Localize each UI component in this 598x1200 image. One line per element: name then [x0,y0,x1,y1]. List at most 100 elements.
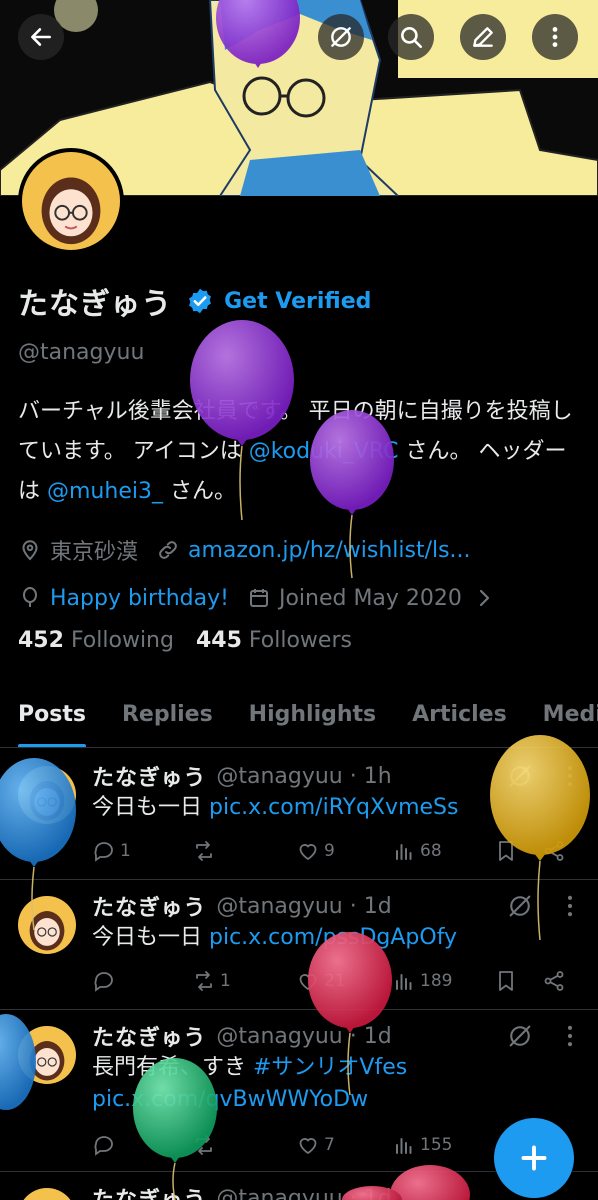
repost-count: 1 [220,971,231,991]
share-button[interactable] [542,839,570,863]
grok-button[interactable] [318,14,364,60]
post-handle-time: @tanagyuu · 1h [216,763,392,789]
tab-highlights[interactable]: Highlights [231,690,394,747]
grok-icon [331,27,351,47]
post-avatar[interactable] [18,896,76,954]
calendar-icon [249,589,268,607]
post-media-link[interactable]: pic.x.com/qvBwWWYoDw [92,1087,368,1112]
bio-mention-link[interactable]: @koduki_VRC [249,439,399,464]
tab-posts[interactable]: Posts [0,690,104,747]
joined-date: Joined May 2020 [278,585,462,611]
profile-location: 東京砂漠 [50,540,139,565]
tab-articles[interactable]: Articles [394,690,525,747]
avatar-image-icon [18,1188,76,1200]
avatar-illustration [22,152,120,250]
bookmark-button[interactable] [494,969,522,993]
like-button[interactable]: 9 [296,839,335,863]
follow-stats: 452 Following 445 Followers [18,628,352,653]
reply-icon [92,969,116,993]
post-hashtag-link[interactable]: #サンリオVfes [253,1055,407,1080]
post-text-content: 今日も一日 [92,925,209,950]
like-count: 7 [324,1135,335,1155]
post-author-name: たなぎゅう [92,1026,207,1051]
bio-text: さん。 [162,479,236,504]
post-text: 今日も一日 pic.x.com/pssDgApOfy [92,922,582,954]
heart-icon [296,969,320,993]
post-avatar[interactable] [18,1026,76,1084]
search-icon [401,27,423,49]
grok-icon[interactable] [506,762,534,790]
grok-icon[interactable] [506,892,534,920]
views-button[interactable]: 189 [392,969,452,993]
views-button[interactable]: 68 [392,839,442,863]
compose-post-button[interactable] [494,1118,574,1198]
avatar-image-icon [18,766,76,824]
more-vertical-icon[interactable] [556,1022,584,1050]
more-vertical-icon[interactable] [556,762,584,790]
views-count: 68 [420,841,442,861]
post-media-link[interactable]: pic.x.com/pssDgApOfy [209,925,457,950]
avatar-image-icon [18,1026,76,1084]
profile-bio: バーチャル後輩会社員です。 平日の朝に自撮りを投稿しています。 アイコンは @k… [18,392,586,512]
post-actions: 1 9 68 [92,836,582,866]
edit-profile-button[interactable] [460,14,506,60]
share-button[interactable] [542,969,570,993]
post-media-link[interactable]: pic.x.com/iRYqXvmeSs [209,795,458,820]
repost-button[interactable] [192,1133,220,1157]
reply-button[interactable] [92,969,120,993]
more-options-button[interactable] [532,14,578,60]
reply-count: 1 [120,841,131,861]
search-button[interactable] [388,14,434,60]
post-text-content: 今日も一日 [92,795,209,820]
arrow-left-icon [31,28,51,46]
more-vertical-icon[interactable] [556,892,584,920]
post-handle-time: @tanagyuu · 1d [216,1023,392,1049]
reply-icon [92,1133,116,1157]
plus-icon [521,1145,547,1171]
tab-media[interactable]: Media [525,690,598,747]
followers-link[interactable]: 445 Followers [196,628,352,653]
like-count: 9 [324,841,335,861]
post-handle-time: @tanagyuu · 1d [216,1185,392,1200]
repost-button[interactable] [192,839,220,863]
views-icon [392,1133,416,1157]
bookmark-button[interactable] [494,839,522,863]
bookmark-icon [494,969,518,993]
get-verified-link[interactable]: Get Verified [224,289,371,314]
post-text: 今日も一日 pic.x.com/iRYqXvmeSs [92,792,582,824]
repost-button[interactable]: 1 [192,969,231,993]
post-author-name: たなぎゅう [92,766,207,791]
views-button[interactable]: 155 [392,1133,452,1157]
share-icon [542,839,566,863]
post-text-content: 長門有希、すき [92,1055,253,1080]
bio-mention-link[interactable]: @muhei3_ [47,479,163,504]
bookmark-icon [494,839,518,863]
views-count: 189 [420,971,453,991]
like-button[interactable]: 7 [296,1133,335,1157]
link-icon [159,541,177,559]
tab-replies[interactable]: Replies [104,690,231,747]
verified-badge-icon[interactable] [186,287,214,315]
post-item[interactable]: たなぎゅう @tanagyuu · 1h 今日も一日 pic.x.com/iRYq… [0,750,598,880]
profile-website-link[interactable]: amazon.jp/hz/wishlist/ls... [188,538,471,563]
chevron-right-icon[interactable] [472,586,496,610]
post-handle-time: @tanagyuu · 1d [216,893,392,919]
post-author-name: たなぎゅう [92,896,207,921]
following-link[interactable]: 452 Following [18,628,174,653]
post-actions: 1 21 189 [92,966,582,996]
views-count: 155 [420,1135,453,1155]
post-avatar[interactable] [18,766,76,824]
back-button[interactable] [18,14,64,60]
post-item[interactable]: たなぎゅう @tanagyuu · 1d 今日も一日 pic.x.com/pssD… [0,880,598,1010]
grok-icon[interactable] [506,1022,534,1050]
reply-button[interactable] [92,1133,120,1157]
like-button[interactable]: 21 [296,969,346,993]
repost-icon [192,839,216,863]
reply-icon [92,839,116,863]
post-avatar[interactable] [18,1188,76,1200]
views-icon [392,839,416,863]
profile-avatar[interactable] [18,148,124,254]
reply-button[interactable]: 1 [92,839,131,863]
avatar-image-icon [18,896,76,954]
profile-handle: @tanagyuu [18,340,145,365]
